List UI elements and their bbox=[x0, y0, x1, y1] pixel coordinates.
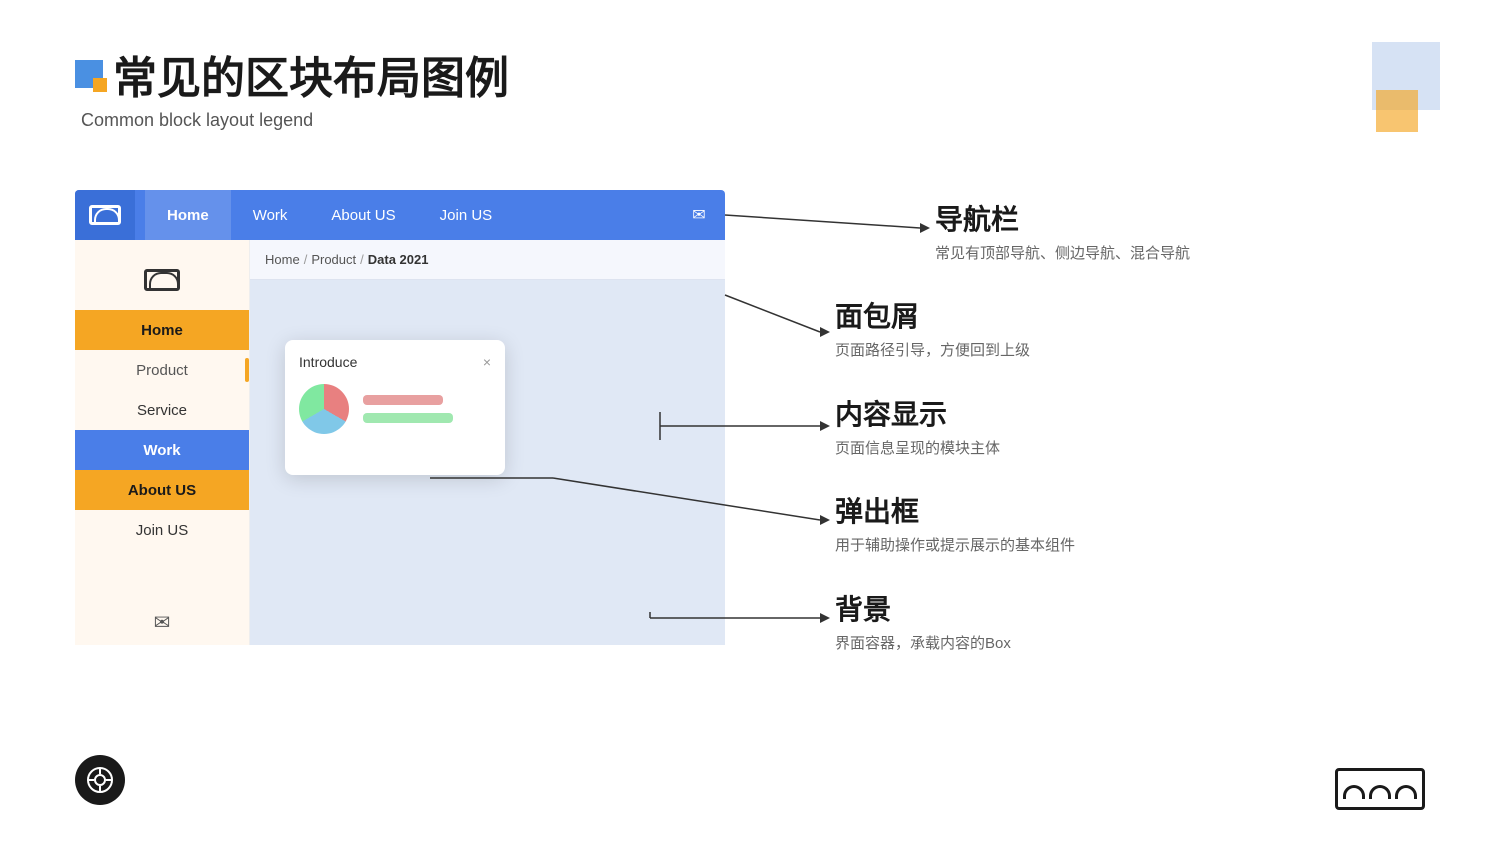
modal-close-button[interactable]: × bbox=[483, 354, 491, 370]
breadcrumb-sep-2: / bbox=[360, 252, 364, 267]
ann-breadcrumb-title: 面包屑 bbox=[835, 295, 1030, 335]
breadcrumb-product[interactable]: Product bbox=[311, 252, 356, 267]
bottom-logo-icon bbox=[86, 766, 114, 794]
ann-navbar-desc: 常见有顶部导航、侧边导航、混合导航 bbox=[935, 242, 1190, 263]
sidebar: Home Product Service Work About US Join … bbox=[75, 240, 250, 645]
logo-arch-1 bbox=[1343, 785, 1365, 799]
nav-item-home[interactable]: Home bbox=[145, 190, 231, 240]
annotation-background: 背景 界面容器，承载内容的Box bbox=[835, 588, 1011, 653]
annotation-content: 内容显示 页面信息呈现的模块主体 bbox=[835, 393, 1000, 458]
ann-bg-title: 背景 bbox=[835, 588, 1011, 628]
annotation-navbar: 导航栏 常见有顶部导航、侧边导航、混合导航 bbox=[935, 198, 1190, 263]
logo-symbol bbox=[1343, 779, 1417, 799]
ann-content-desc: 页面信息呈现的模块主体 bbox=[835, 437, 1000, 458]
diagram-container: Home Work About US Join US ✉ Home Produc… bbox=[75, 190, 735, 645]
nav-bar: Home Work About US Join US ✉ bbox=[75, 190, 725, 240]
breadcrumb-bar: Home / Product / Data 2021 bbox=[250, 240, 725, 280]
logo-arch-2 bbox=[1369, 785, 1391, 799]
sidebar-item-join[interactable]: Join US bbox=[75, 510, 249, 550]
ann-breadcrumb-desc: 页面路径引导，方便回到上级 bbox=[835, 339, 1030, 360]
ann-navbar-title: 导航栏 bbox=[935, 198, 1190, 238]
nav-logo bbox=[75, 190, 135, 240]
sidebar-item-work[interactable]: Work bbox=[75, 430, 249, 470]
modal-line-2 bbox=[363, 413, 453, 423]
breadcrumb-data2021: Data 2021 bbox=[368, 252, 429, 267]
ann-popup-title: 弹出框 bbox=[835, 490, 1075, 530]
breadcrumb-home[interactable]: Home bbox=[265, 252, 300, 267]
title-cn-text: 常见的区块布局图例 bbox=[113, 42, 509, 106]
modal-lines bbox=[363, 395, 453, 423]
modal-header: Introduce × bbox=[299, 354, 491, 370]
annotation-popup: 弹出框 用于辅助操作或提示展示的基本组件 bbox=[835, 490, 1075, 555]
ann-popup-desc: 用于辅助操作或提示展示的基本组件 bbox=[835, 534, 1075, 555]
sidebar-email-icon[interactable]: ✉ bbox=[154, 610, 171, 635]
sidebar-bottom: ✉ bbox=[75, 610, 249, 635]
nav-items: Home Work About US Join US bbox=[135, 190, 681, 240]
nav-item-join[interactable]: Join US bbox=[418, 190, 515, 240]
nav-item-work[interactable]: Work bbox=[231, 190, 310, 240]
sidebar-item-product[interactable]: Product bbox=[75, 350, 249, 390]
modal-popup: Introduce × bbox=[285, 340, 505, 475]
modal-chart-circle bbox=[299, 384, 349, 434]
annotation-breadcrumb: 面包屑 页面路径引导，方便回到上级 bbox=[835, 295, 1030, 360]
sidebar-item-service[interactable]: Service bbox=[75, 390, 249, 430]
bottom-left-logo bbox=[75, 755, 125, 805]
modal-title: Introduce bbox=[299, 354, 357, 370]
ann-bg-desc: 界面容器，承载内容的Box bbox=[835, 632, 1011, 653]
ann-content-title: 内容显示 bbox=[835, 393, 1000, 433]
title-icon bbox=[75, 60, 103, 88]
breadcrumb-sep-1: / bbox=[304, 252, 308, 267]
page-title-cn: 常见的区块布局图例 bbox=[75, 42, 509, 106]
sidebar-logo bbox=[132, 255, 192, 305]
deco-squares bbox=[1350, 42, 1440, 132]
nav-email-icon[interactable]: ✉ bbox=[681, 190, 717, 240]
modal-body bbox=[299, 384, 491, 434]
sidebar-item-about[interactable]: About US bbox=[75, 470, 249, 510]
nav-logo-symbol bbox=[89, 205, 121, 225]
sidebar-item-home[interactable]: Home bbox=[75, 310, 249, 350]
bottom-right-logo bbox=[1335, 768, 1425, 810]
deco-orange-square bbox=[1376, 90, 1418, 132]
nav-item-about[interactable]: About US bbox=[309, 190, 417, 240]
modal-line-1 bbox=[363, 395, 443, 405]
page-header: 常见的区块布局图例 Common block layout legend bbox=[75, 42, 509, 131]
logo-arch-3 bbox=[1395, 785, 1417, 799]
sidebar-logo-symbol bbox=[144, 269, 180, 291]
title-en-text: Common block layout legend bbox=[81, 110, 509, 131]
